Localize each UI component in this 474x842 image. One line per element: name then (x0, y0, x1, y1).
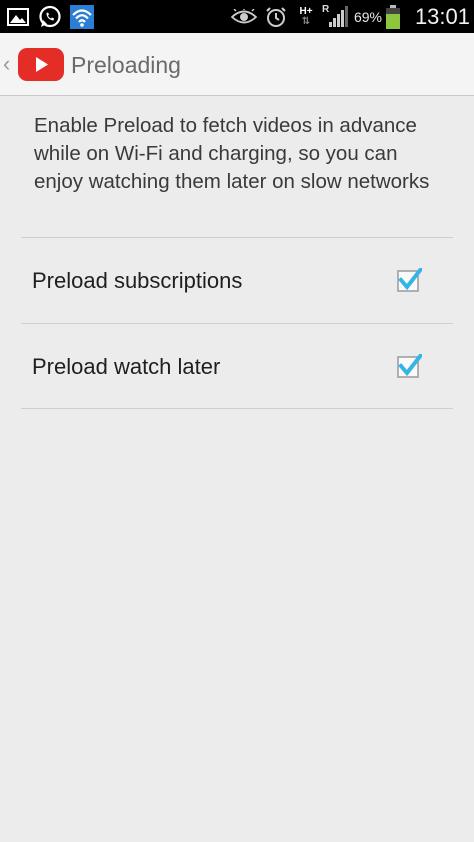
battery-percent: 69% (353, 8, 383, 25)
pref-row-preload-watch-later[interactable]: Preload watch later (0, 324, 474, 409)
page-title: Preloading (71, 52, 181, 78)
preload-subscriptions-checkbox[interactable] (397, 266, 424, 293)
preload-watch-later-checkbox[interactable] (397, 352, 424, 379)
data-arrows-icon: ⇅ (301, 15, 311, 27)
chevron-left-icon[interactable]: ‹ (3, 51, 15, 77)
youtube-icon[interactable] (18, 48, 64, 81)
preload-description: Enable Preload to fetch videos in advanc… (34, 114, 430, 193)
divider (21, 408, 453, 409)
network-type-label: H+ (299, 5, 313, 17)
gallery-icon (6, 0, 30, 33)
pref-label: Preload subscriptions (32, 268, 243, 293)
pref-row-preload-subscriptions[interactable]: Preload subscriptions (0, 238, 474, 323)
status-bar: H+ ⇅ R 69% 13:01 (0, 0, 474, 33)
action-bar: ‹ Preloading (0, 33, 474, 96)
eye-icon (230, 0, 258, 33)
wifi-notify-icon (70, 0, 94, 33)
roaming-label: R (322, 4, 330, 15)
status-clock: 13:01 (414, 3, 470, 29)
whatsapp-icon (38, 0, 62, 33)
pref-label: Preload watch later (32, 354, 221, 379)
network-type-indicator: H+ ⇅ (296, 0, 316, 33)
signal-icon: R (320, 0, 350, 33)
battery-icon (384, 0, 402, 33)
alarm-icon (264, 0, 288, 33)
